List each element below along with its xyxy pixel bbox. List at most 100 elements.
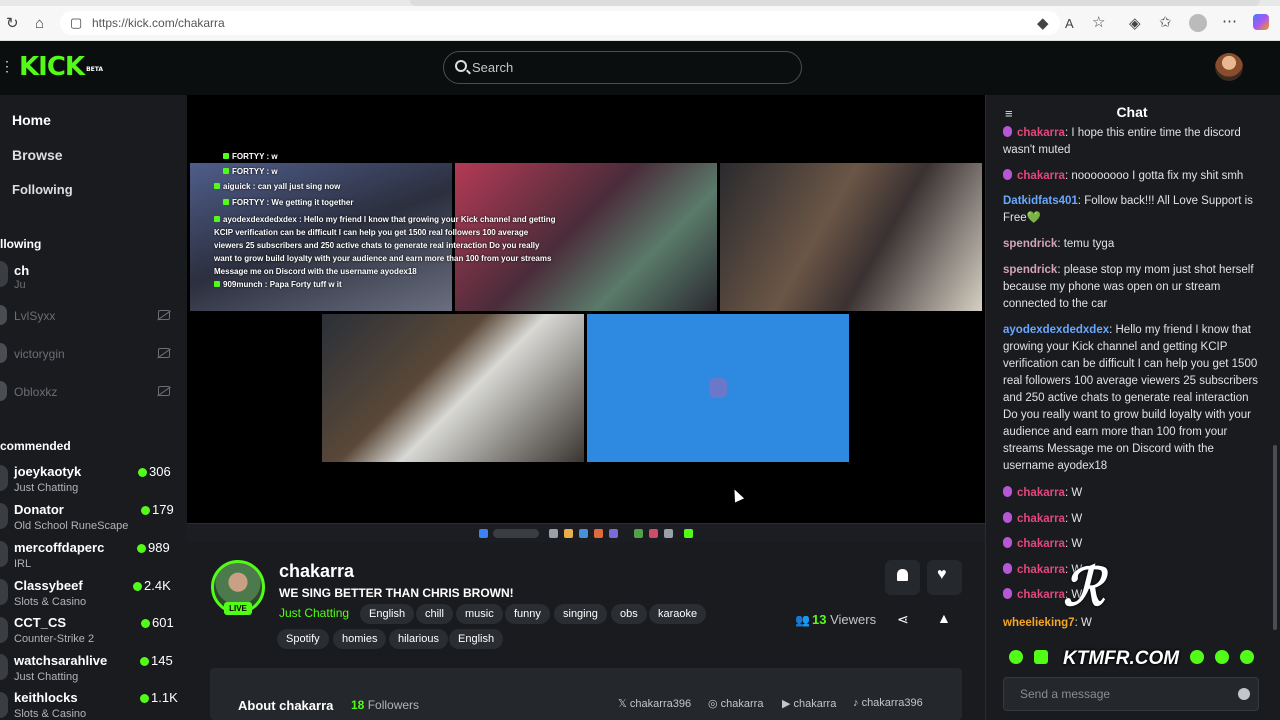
chat-message: chakarra: W [1003, 562, 1263, 579]
address-bar[interactable]: ▢ https://kick.com/chakarra [60, 11, 1060, 35]
avatar[interactable] [0, 503, 8, 529]
tiktok-social-link[interactable]: ♪ chakarra396 [853, 697, 923, 709]
chat-input-placeholder: Send a message [1020, 687, 1111, 701]
watermark-logo: ℛ [1063, 557, 1105, 618]
read-aloud-icon[interactable]: A [1065, 15, 1074, 33]
sidebar-home[interactable]: Home [12, 112, 51, 128]
video-tile-5 [587, 314, 849, 462]
tab-strip [0, 0, 1280, 6]
emote-icon[interactable] [1215, 650, 1229, 664]
channel-name[interactable]: Classybeef [14, 578, 83, 593]
youtube-social-link[interactable]: ▶ chakarra [782, 697, 836, 710]
url-text: https://kick.com/chakarra [92, 16, 225, 30]
stream-category[interactable]: Just Chatting [279, 606, 349, 620]
avatar[interactable] [0, 305, 7, 325]
youtube-icon: ▶ [782, 698, 794, 710]
tag-chip[interactable]: chill [416, 604, 453, 624]
emote-icon[interactable] [1190, 650, 1204, 664]
profile-icon[interactable] [1189, 14, 1207, 32]
home-icon[interactable]: ⌂ [35, 15, 44, 33]
tag-chip[interactable]: homies [333, 629, 387, 649]
search-input[interactable]: Search [472, 60, 513, 75]
avatar[interactable] [0, 617, 8, 643]
avatar[interactable] [0, 692, 8, 718]
offline-channel-name[interactable]: Obloxkz [14, 385, 57, 399]
extensions-icon[interactable]: ◈ [1129, 15, 1141, 33]
avatar[interactable] [0, 465, 8, 491]
collections-icon[interactable]: ✩ [1159, 14, 1172, 32]
more-icon[interactable]: ⋯ [1222, 13, 1237, 31]
offline-channel-name[interactable]: victorygin [14, 347, 65, 361]
tag-chip[interactable]: English [449, 629, 504, 649]
overlay-message: aiguick : can yall just sing now [214, 182, 340, 192]
emoji-icon[interactable] [1238, 688, 1250, 700]
chat-message: chakarra: W [1003, 587, 1263, 604]
channel-name[interactable]: joeykaotyk [14, 464, 81, 479]
report-icon[interactable]: ▲ [937, 610, 951, 626]
channel-name[interactable]: mercoffdaperc [14, 540, 104, 555]
tag-chip[interactable]: funny [505, 604, 550, 624]
following-channel-name[interactable]: ch [14, 263, 29, 278]
site-info-icon[interactable]: ▢ [70, 14, 82, 32]
refresh-icon[interactable]: ↻ [6, 15, 19, 33]
viewer-count: 13 Viewers [812, 612, 877, 627]
followers-count: 18 Followers [351, 698, 420, 712]
viewer-count: 601 [152, 615, 174, 630]
sidebar-browse[interactable]: Browse [12, 147, 63, 163]
browser-toolbar: ↻ ⌂ ▢ https://kick.com/chakarra ◆ A ☆ ◈ … [0, 0, 1280, 41]
mouse-cursor-icon [729, 487, 745, 503]
copilot-icon[interactable] [1253, 14, 1269, 30]
live-dot-icon [141, 506, 150, 515]
live-dot-icon [137, 544, 146, 553]
avatar[interactable] [0, 541, 8, 567]
tag-chip[interactable]: Spotify [277, 629, 329, 649]
chat-input[interactable]: Send a message [1003, 677, 1259, 711]
menu-icon[interactable]: ⋮ [0, 58, 14, 75]
tag-chip[interactable]: music [456, 604, 503, 624]
emote-icon[interactable] [1034, 650, 1048, 664]
notification-button[interactable] [885, 560, 920, 595]
avatar[interactable] [0, 261, 8, 287]
avatar[interactable] [0, 343, 7, 363]
offline-channel-name[interactable]: LvlSyxx [14, 309, 55, 323]
search-icon [455, 60, 467, 72]
x-social-link[interactable]: 𝕏 chakarra396 [618, 697, 691, 710]
channel-category: Slots & Casino [14, 596, 87, 608]
taskbar-search-icon [493, 529, 539, 538]
channel-name[interactable]: chakarra [279, 561, 354, 582]
follow-button[interactable]: ♥ [927, 560, 962, 595]
tag-chip[interactable]: singing [554, 604, 607, 624]
chat-message: chakarra: W [1003, 511, 1263, 528]
video-player[interactable]: FORTYY : w FORTYY : w aiguick : can yall… [187, 95, 985, 542]
avatar[interactable] [0, 654, 8, 680]
share-icon[interactable]: ⋖ [897, 611, 909, 628]
channel-name[interactable]: CCT_CS [14, 615, 66, 630]
sidebar-following[interactable]: Following [12, 182, 73, 197]
avatar[interactable] [0, 579, 8, 605]
user-avatar[interactable] [1215, 53, 1243, 81]
channel-name[interactable]: watchsarahlive [14, 653, 107, 668]
viewer-count: 179 [152, 502, 174, 517]
channel-name[interactable]: Donator [14, 502, 64, 517]
kick-logo[interactable]: KICK BETA [19, 52, 103, 82]
tag-chip[interactable]: hilarious [389, 629, 448, 649]
instagram-social-link[interactable]: ◎ chakarra [708, 697, 763, 710]
tag-chip[interactable]: obs [611, 604, 647, 624]
avatar[interactable] [0, 381, 7, 401]
search-bar[interactable]: Search [443, 51, 802, 84]
tag-chip[interactable]: karaoke [649, 604, 707, 624]
channel-name[interactable]: keithlocks [14, 690, 78, 705]
favorite-icon[interactable]: ☆ [1092, 14, 1105, 32]
emote-icon[interactable] [1009, 650, 1023, 664]
taskbar-app-icon [649, 529, 658, 538]
active-tab[interactable] [410, 0, 1260, 6]
emote-icon[interactable] [1240, 650, 1254, 664]
viewer-count: 989 [148, 540, 170, 555]
chat-scrollbar[interactable] [1273, 445, 1277, 630]
shield-icon[interactable]: ◆ [1037, 15, 1049, 33]
chat-message: chakarra: W [1003, 536, 1263, 553]
stream-title: WE SING BETTER THAN CHRIS BROWN! [279, 586, 514, 600]
mic-badge-icon [1003, 169, 1012, 180]
chat-message: ayodexdexdedxdex: Hello my friend I know… [1003, 324, 1259, 472]
tag-chip[interactable]: English [360, 604, 415, 624]
